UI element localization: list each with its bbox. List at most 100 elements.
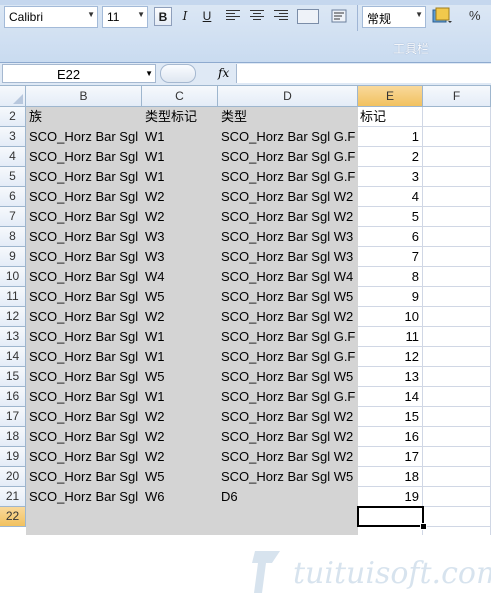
- row-header[interactable]: 20: [0, 467, 26, 487]
- row-header[interactable]: 3: [0, 127, 26, 147]
- active-cell-e22[interactable]: [357, 506, 424, 527]
- cell-c[interactable]: W3: [143, 227, 217, 247]
- cell-e[interactable]: 5: [358, 207, 422, 227]
- cell-b[interactable]: SCO_Horz Bar Sgl: [27, 147, 141, 167]
- cell-b[interactable]: SCO_Horz Bar Sgl: [27, 347, 141, 367]
- cell-d[interactable]: SCO_Horz Bar Sgl W2: [219, 427, 357, 447]
- cell-b[interactable]: SCO_Horz Bar Sgl: [27, 447, 141, 467]
- cell-c[interactable]: W2: [143, 307, 217, 327]
- font-name-combo[interactable]: Calibri ▼: [4, 6, 98, 28]
- cell-d[interactable]: SCO_Horz Bar Sgl G.F: [219, 167, 357, 187]
- cell-e[interactable]: 9: [358, 287, 422, 307]
- cell-e[interactable]: 19: [358, 487, 422, 507]
- wrap-text-icon[interactable]: [331, 8, 347, 24]
- cell-b[interactable]: 族: [27, 107, 141, 127]
- cell-b[interactable]: SCO_Horz Bar Sgl: [27, 327, 141, 347]
- formula-pill[interactable]: [160, 64, 196, 83]
- cell-c[interactable]: W4: [143, 267, 217, 287]
- cell-d[interactable]: SCO_Horz Bar Sgl G.F: [219, 387, 357, 407]
- row-header[interactable]: 11: [0, 287, 26, 307]
- cell-e[interactable]: 17: [358, 447, 422, 467]
- cell-d[interactable]: 类型: [219, 107, 357, 127]
- cell-b[interactable]: SCO_Horz Bar Sgl: [27, 467, 141, 487]
- cell-d[interactable]: SCO_Horz Bar Sgl W2: [219, 207, 357, 227]
- cell-e[interactable]: 2: [358, 147, 422, 167]
- cell-d[interactable]: SCO_Horz Bar Sgl W4: [219, 267, 357, 287]
- row-header[interactable]: 17: [0, 407, 26, 427]
- cell-d[interactable]: SCO_Horz Bar Sgl G.F: [219, 147, 357, 167]
- insert-function-button[interactable]: fx: [218, 66, 229, 80]
- cell-e[interactable]: 13: [358, 367, 422, 387]
- cell-d[interactable]: SCO_Horz Bar Sgl G.F: [219, 327, 357, 347]
- row-header[interactable]: 16: [0, 387, 26, 407]
- row-header[interactable]: 13: [0, 327, 26, 347]
- number-format-combo[interactable]: 常规 ▼: [362, 6, 426, 28]
- cell-b[interactable]: SCO_Horz Bar Sgl: [27, 207, 141, 227]
- cell-c[interactable]: W2: [143, 207, 217, 227]
- cell-b[interactable]: SCO_Horz Bar Sgl: [27, 487, 141, 507]
- cell-b[interactable]: SCO_Horz Bar Sgl: [27, 307, 141, 327]
- cell-d[interactable]: SCO_Horz Bar Sgl W2: [219, 187, 357, 207]
- cell-e[interactable]: 11: [358, 327, 422, 347]
- cell-c[interactable]: W1: [143, 127, 217, 147]
- cell-c[interactable]: W3: [143, 247, 217, 267]
- cell-d[interactable]: SCO_Horz Bar Sgl W5: [219, 287, 357, 307]
- cell-c[interactable]: W5: [143, 467, 217, 487]
- cell-e[interactable]: 3: [358, 167, 422, 187]
- cell-e[interactable]: 4: [358, 187, 422, 207]
- row-header[interactable]: 21: [0, 487, 26, 507]
- cell-d[interactable]: SCO_Horz Bar Sgl W5: [219, 367, 357, 387]
- cell-c[interactable]: W1: [143, 147, 217, 167]
- cell-d[interactable]: D6: [219, 487, 357, 507]
- font-size-combo[interactable]: 11 ▼: [102, 6, 148, 28]
- cell-e[interactable]: 14: [358, 387, 422, 407]
- cell-c[interactable]: W1: [143, 327, 217, 347]
- cell-b[interactable]: SCO_Horz Bar Sgl: [27, 407, 141, 427]
- fill-handle[interactable]: [420, 523, 427, 530]
- cell-d[interactable]: SCO_Horz Bar Sgl W3: [219, 227, 357, 247]
- cell-b[interactable]: SCO_Horz Bar Sgl: [27, 227, 141, 247]
- cell-c[interactable]: W2: [143, 187, 217, 207]
- row-header[interactable]: 2: [0, 107, 26, 127]
- row-header[interactable]: 8: [0, 227, 26, 247]
- row-header[interactable]: 9: [0, 247, 26, 267]
- cell-c[interactable]: 类型标记: [143, 107, 217, 127]
- cell-e[interactable]: 10: [358, 307, 422, 327]
- cell-e[interactable]: 标记: [358, 107, 422, 127]
- row-header[interactable]: 14: [0, 347, 26, 367]
- cell-d[interactable]: SCO_Horz Bar Sgl W2: [219, 407, 357, 427]
- cell-d[interactable]: SCO_Horz Bar Sgl W5: [219, 467, 357, 487]
- cell-d[interactable]: SCO_Horz Bar Sgl W3: [219, 247, 357, 267]
- cell-c[interactable]: W5: [143, 287, 217, 307]
- bold-button[interactable]: B: [154, 7, 172, 26]
- align-right-icon[interactable]: [274, 10, 288, 23]
- name-box[interactable]: E22 ▼: [2, 64, 156, 83]
- row-header[interactable]: 22: [0, 507, 26, 527]
- cell-c[interactable]: [143, 507, 217, 527]
- cell-e[interactable]: 15: [358, 407, 422, 427]
- cell-e[interactable]: 18: [358, 467, 422, 487]
- underline-button[interactable]: U: [198, 7, 216, 26]
- align-left-icon[interactable]: [226, 10, 240, 23]
- row-header[interactable]: 15: [0, 367, 26, 387]
- cell-d[interactable]: [219, 507, 357, 527]
- column-header-d[interactable]: D: [218, 86, 358, 107]
- cell-c[interactable]: W2: [143, 407, 217, 427]
- column-header-f[interactable]: F: [423, 86, 491, 107]
- row-header[interactable]: 12: [0, 307, 26, 327]
- cell-b[interactable]: SCO_Horz Bar Sgl: [27, 287, 141, 307]
- row-header[interactable]: 4: [0, 147, 26, 167]
- cell-b[interactable]: SCO_Horz Bar Sgl: [27, 167, 141, 187]
- cell-b[interactable]: SCO_Horz Bar Sgl: [27, 267, 141, 287]
- merge-center-icon[interactable]: [297, 9, 319, 24]
- row-header[interactable]: 5: [0, 167, 26, 187]
- cell-c[interactable]: W1: [143, 167, 217, 187]
- row-header[interactable]: 7: [0, 207, 26, 227]
- cell-e[interactable]: 1: [358, 127, 422, 147]
- cell-d[interactable]: SCO_Horz Bar Sgl W2: [219, 307, 357, 327]
- cell-e[interactable]: 7: [358, 247, 422, 267]
- align-center-icon[interactable]: [250, 10, 264, 23]
- cell-b[interactable]: [27, 507, 141, 527]
- cell-c[interactable]: W1: [143, 387, 217, 407]
- cell-e[interactable]: 16: [358, 427, 422, 447]
